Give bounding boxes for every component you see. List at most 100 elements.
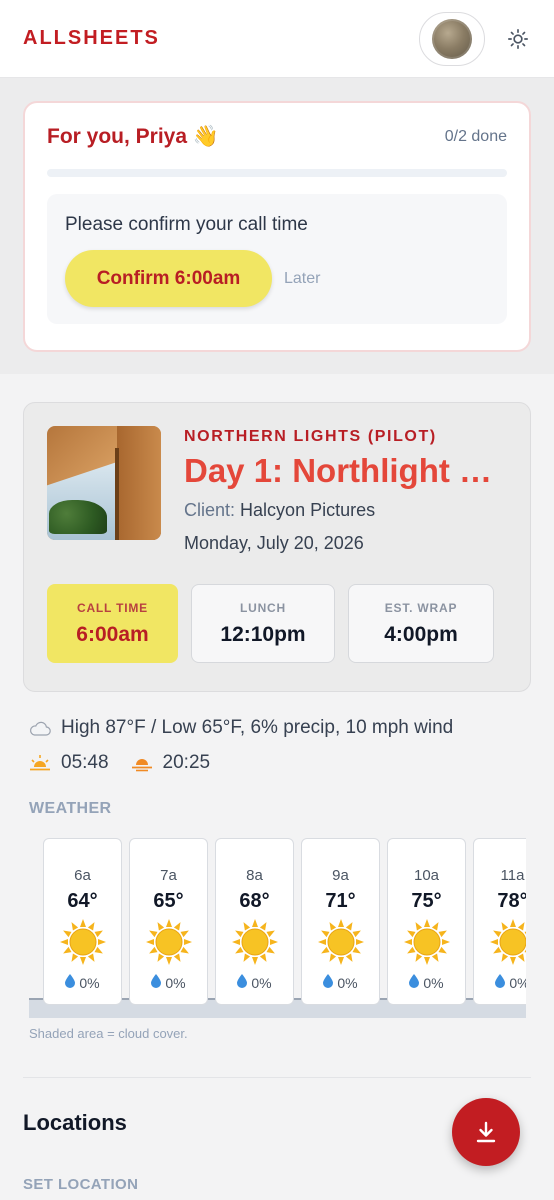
app-logo[interactable]: ALLSHEETS [23,27,160,50]
thumbnail-tree [49,500,107,534]
sunset: 20:25 [131,752,211,774]
client-value: Halcyon Pictures [240,500,376,520]
production-name: NORTHERN LIGHTS (PILOT) [184,428,437,445]
production-thumbnail [47,426,161,540]
forecast-hour-time: 10a [413,867,440,884]
raindrop-icon [237,974,248,991]
client-label: Client: [184,500,236,520]
set-location-label[interactable]: SET LOCATION [23,1176,531,1193]
forecast-hour-temp: 65° [153,890,184,912]
main-content: NORTHERN LIGHTS (PILOT) Day 1: Northligh… [0,374,554,1193]
precip-value: 0% [423,974,444,991]
sunrise: 05:48 [29,752,109,774]
forecast-hour-temp: 75° [411,890,442,912]
sun-icon [316,917,366,972]
shoot-date: Monday, July 20, 2026 [184,533,364,553]
lunch-value: 12:10pm [220,622,306,646]
forecast-hour-card: 9a 71° 0% [301,838,380,1005]
cloud-icon [30,721,51,736]
raindrop-icon [409,974,420,991]
forecast-hour-temp: 71° [325,890,356,912]
later-button[interactable]: Later [284,270,320,288]
wrap-label: EST. WRAP [384,600,458,615]
call-time-box: CALL TIME 6:00am [47,584,178,663]
precip-value: 0% [251,974,272,991]
forecast-hour-time: 7a [160,867,177,884]
for-you-title: For you, Priya 👋 [47,125,220,148]
forecast-hour-time: 11a [500,867,525,884]
tasks-progress-bar [47,169,507,177]
forecast-hour-card: 11a 78° 0% [473,838,526,1005]
call-time-value: 6:00am [76,622,149,646]
production-card[interactable]: NORTHERN LIGHTS (PILOT) Day 1: Northligh… [23,402,531,692]
forecast-hour-precip: 0% [409,974,444,991]
sun-times: 05:48 20:25 [23,752,531,774]
cloud-cover-footnote: Shaded area = cloud cover. [29,1026,188,1041]
forecast-hour-card: 7a 65° 0% [129,838,208,1005]
forecast-hour-time: 6a [74,867,91,884]
sunrise-icon [30,755,50,771]
raindrop-icon [495,974,506,991]
schedule-times: CALL TIME 6:00am LUNCH 12:10pm EST. WRAP… [47,584,507,663]
task-actions: Confirm 6:00am Later [65,250,489,307]
section-divider [23,1077,531,1078]
top-bar: ALLSHEETS [0,0,554,78]
sunset-icon [131,759,152,772]
forecast-hour-precip: 0% [323,974,358,991]
lunch-label: LUNCH [240,600,286,615]
theme-toggle-button[interactable] [505,26,531,52]
raindrop-icon [323,974,334,991]
wrap-value: 4:00pm [384,622,458,646]
weather-section-label: WEATHER [29,800,112,817]
hourly-forecast[interactable]: 6a 64° 0% 7a 65° 0% 8a 68° 0% 9a 71° 0% 10a 75° 0% 11a 7… [29,838,526,1018]
forecast-hour-time: 8a [246,867,263,884]
call-time-label: CALL TIME [77,600,148,615]
sun-icon [58,917,108,972]
wrap-time-box: EST. WRAP 4:00pm [348,584,494,663]
client-line: Client: Halcyon Pictures [184,500,507,521]
for-you-section: For you, Priya 👋 0/2 done Please confirm… [0,78,554,374]
sunrise-time: 05:48 [61,752,109,773]
hourly-forecast-strip: 6a 64° 0% 7a 65° 0% 8a 68° 0% 9a 71° 0% 10a 75° 0% 11a 7… [43,838,526,1005]
profile-button[interactable] [419,11,485,66]
forecast-hour-temp: 78° [497,890,526,912]
forecast-hour-temp: 68° [239,890,270,912]
forecast-hour-temp: 64° [67,890,98,912]
forecast-hour-card: 8a 68° 0% [215,838,294,1005]
header-actions [419,11,531,66]
confirm-call-time-button[interactable]: Confirm 6:00am [65,250,272,307]
tasks-progress-text: 0/2 done [444,128,507,145]
sun-icon [144,917,194,972]
sun-icon [230,917,280,972]
forecast-hour-precip: 0% [495,974,526,991]
weather-summary-text: High 87°F / Low 65°F, 6% precip, 10 mph … [61,717,454,738]
forecast-hour-precip: 0% [151,974,186,991]
production-info: NORTHERN LIGHTS (PILOT) Day 1: Northligh… [184,426,507,554]
sunset-time: 20:25 [162,752,211,773]
sun-icon [488,917,526,972]
lunch-time-box: LUNCH 12:10pm [191,584,335,663]
forecast-hour-time: 9a [332,867,349,884]
raindrop-icon [65,974,76,991]
forecast-hour-precip: 0% [65,974,100,991]
precip-value: 0% [509,974,526,991]
for-you-header: For you, Priya 👋 0/2 done [47,125,507,149]
task-text: Please confirm your call time [65,214,308,235]
forecast-hour-precip: 0% [237,974,272,991]
shoot-day-title: Day 1: Northlight Studios [184,452,507,489]
forecast-hour-card: 10a 75° 0% [387,838,466,1005]
precip-value: 0% [165,974,186,991]
for-you-card: For you, Priya 👋 0/2 done Please confirm… [23,101,531,352]
precip-value: 0% [337,974,358,991]
sun-icon [402,917,452,972]
download-button[interactable] [452,1098,520,1166]
sun-icon [508,28,528,49]
production-header: NORTHERN LIGHTS (PILOT) Day 1: Northligh… [47,426,507,554]
task-item: Please confirm your call time Confirm 6:… [47,194,507,324]
weather-summary: High 87°F / Low 65°F, 6% precip, 10 mph … [23,717,531,739]
thumbnail-frame [115,448,119,540]
download-icon [476,1121,496,1143]
user-avatar [432,18,472,59]
precip-value: 0% [79,974,100,991]
raindrop-icon [151,974,162,991]
